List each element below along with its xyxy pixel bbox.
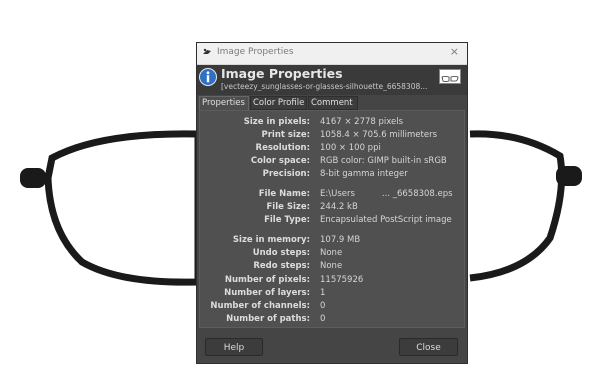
prop-label: Number of channels: bbox=[210, 301, 310, 311]
prop-value: 100 × 100 ppi bbox=[320, 143, 381, 153]
left-lens bbox=[44, 130, 202, 286]
prop-label: File Size: bbox=[266, 202, 310, 212]
header-subtitle: [vecteezy_sunglasses-or-glasses-silhouet… bbox=[221, 82, 428, 91]
prop-value: 107.9 MB bbox=[320, 235, 361, 245]
tab-properties[interactable]: Properties bbox=[199, 96, 249, 110]
prop-value: E:\Users ... _6658308.eps bbox=[320, 189, 453, 199]
info-icon bbox=[199, 68, 217, 86]
window-close-icon[interactable]: × bbox=[450, 45, 459, 58]
prop-label: Color space: bbox=[250, 156, 310, 166]
prop-label: Print size: bbox=[261, 130, 311, 140]
window-title: Image Properties bbox=[217, 47, 294, 57]
gimp-app-icon bbox=[203, 48, 211, 54]
image-properties-dialog: Image Properties × Image Properties [vec… bbox=[196, 42, 468, 364]
prop-label: File Type: bbox=[264, 215, 310, 225]
window-titlebar[interactable]: Image Properties × bbox=[197, 43, 467, 65]
tab-comment[interactable]: Comment bbox=[308, 96, 358, 110]
prop-label: Number of layers: bbox=[224, 288, 310, 298]
right-lens bbox=[469, 130, 566, 282]
prop-value: RGB color: GIMP built-in sRGB bbox=[320, 156, 447, 166]
prop-row-size-in-memory: Size in memory: 107.9 MB bbox=[200, 234, 464, 246]
prop-value: 1 bbox=[320, 288, 326, 298]
right-temple-hinge bbox=[556, 166, 582, 186]
close-button[interactable]: Close bbox=[399, 338, 458, 356]
prop-value: Encapsulated PostScript image bbox=[320, 215, 452, 225]
prop-row-redo-steps: Redo steps: None bbox=[200, 260, 464, 272]
prop-label: Resolution: bbox=[255, 143, 310, 153]
prop-row-file-name: File Name: E:\Users ... _6658308.eps bbox=[200, 188, 464, 200]
prop-label: Number of pixels: bbox=[224, 275, 310, 285]
prop-row-resolution: Resolution: 100 × 100 ppi bbox=[200, 142, 464, 154]
tab-strip: Properties Color Profile Comment bbox=[197, 96, 467, 110]
prop-value: None bbox=[320, 248, 343, 258]
prop-row-precision: Precision: 8-bit gamma integer bbox=[200, 168, 464, 180]
prop-row-file-size: File Size: 244.2 kB bbox=[200, 201, 464, 213]
prop-value: 11575926 bbox=[320, 275, 364, 285]
prop-row-size-in-pixels: Size in pixels: 4167 × 2778 pixels bbox=[200, 116, 464, 128]
image-thumbnail bbox=[439, 69, 461, 84]
help-button[interactable]: Help bbox=[205, 338, 263, 356]
prop-row-file-type: File Type: Encapsulated PostScript image bbox=[200, 214, 464, 226]
prop-label: Undo steps: bbox=[252, 248, 310, 258]
prop-value: 4167 × 2778 pixels bbox=[320, 117, 404, 127]
prop-value: 8-bit gamma integer bbox=[320, 169, 408, 179]
prop-label: Number of paths: bbox=[226, 314, 310, 324]
prop-row-number-of-paths: Number of paths: 0 bbox=[200, 313, 464, 325]
prop-label: Precision: bbox=[262, 169, 310, 179]
prop-value: 244.2 kB bbox=[320, 202, 358, 212]
thumbnail-glasses-icon bbox=[441, 76, 459, 82]
prop-row-number-of-channels: Number of channels: 0 bbox=[200, 300, 464, 312]
prop-row-undo-steps: Undo steps: None bbox=[200, 247, 464, 259]
header-title: Image Properties bbox=[221, 66, 343, 81]
dialog-header: Image Properties [vecteezy_sunglasses-or… bbox=[197, 65, 467, 95]
prop-label: Size in memory: bbox=[232, 235, 310, 245]
prop-label: File Name: bbox=[258, 189, 310, 199]
tab-color-profile[interactable]: Color Profile bbox=[250, 96, 307, 110]
prop-row-number-of-layers: Number of layers: 1 bbox=[200, 287, 464, 299]
prop-row-color-space: Color space: RGB color: GIMP built-in sR… bbox=[200, 155, 464, 167]
prop-row-number-of-pixels: Number of pixels: 11575926 bbox=[200, 274, 464, 286]
prop-value: 1058.4 × 705.6 millimeters bbox=[320, 130, 438, 140]
prop-value: 0 bbox=[320, 314, 326, 324]
prop-label: Redo steps: bbox=[253, 261, 310, 271]
prop-value: 0 bbox=[320, 301, 326, 311]
properties-panel: Size in pixels: 4167 × 2778 pixels Print… bbox=[199, 110, 465, 328]
prop-row-print-size: Print size: 1058.4 × 705.6 millimeters bbox=[200, 129, 464, 141]
prop-label: Size in pixels: bbox=[243, 117, 310, 127]
prop-value: None bbox=[320, 261, 343, 271]
left-temple-hinge bbox=[20, 168, 46, 188]
